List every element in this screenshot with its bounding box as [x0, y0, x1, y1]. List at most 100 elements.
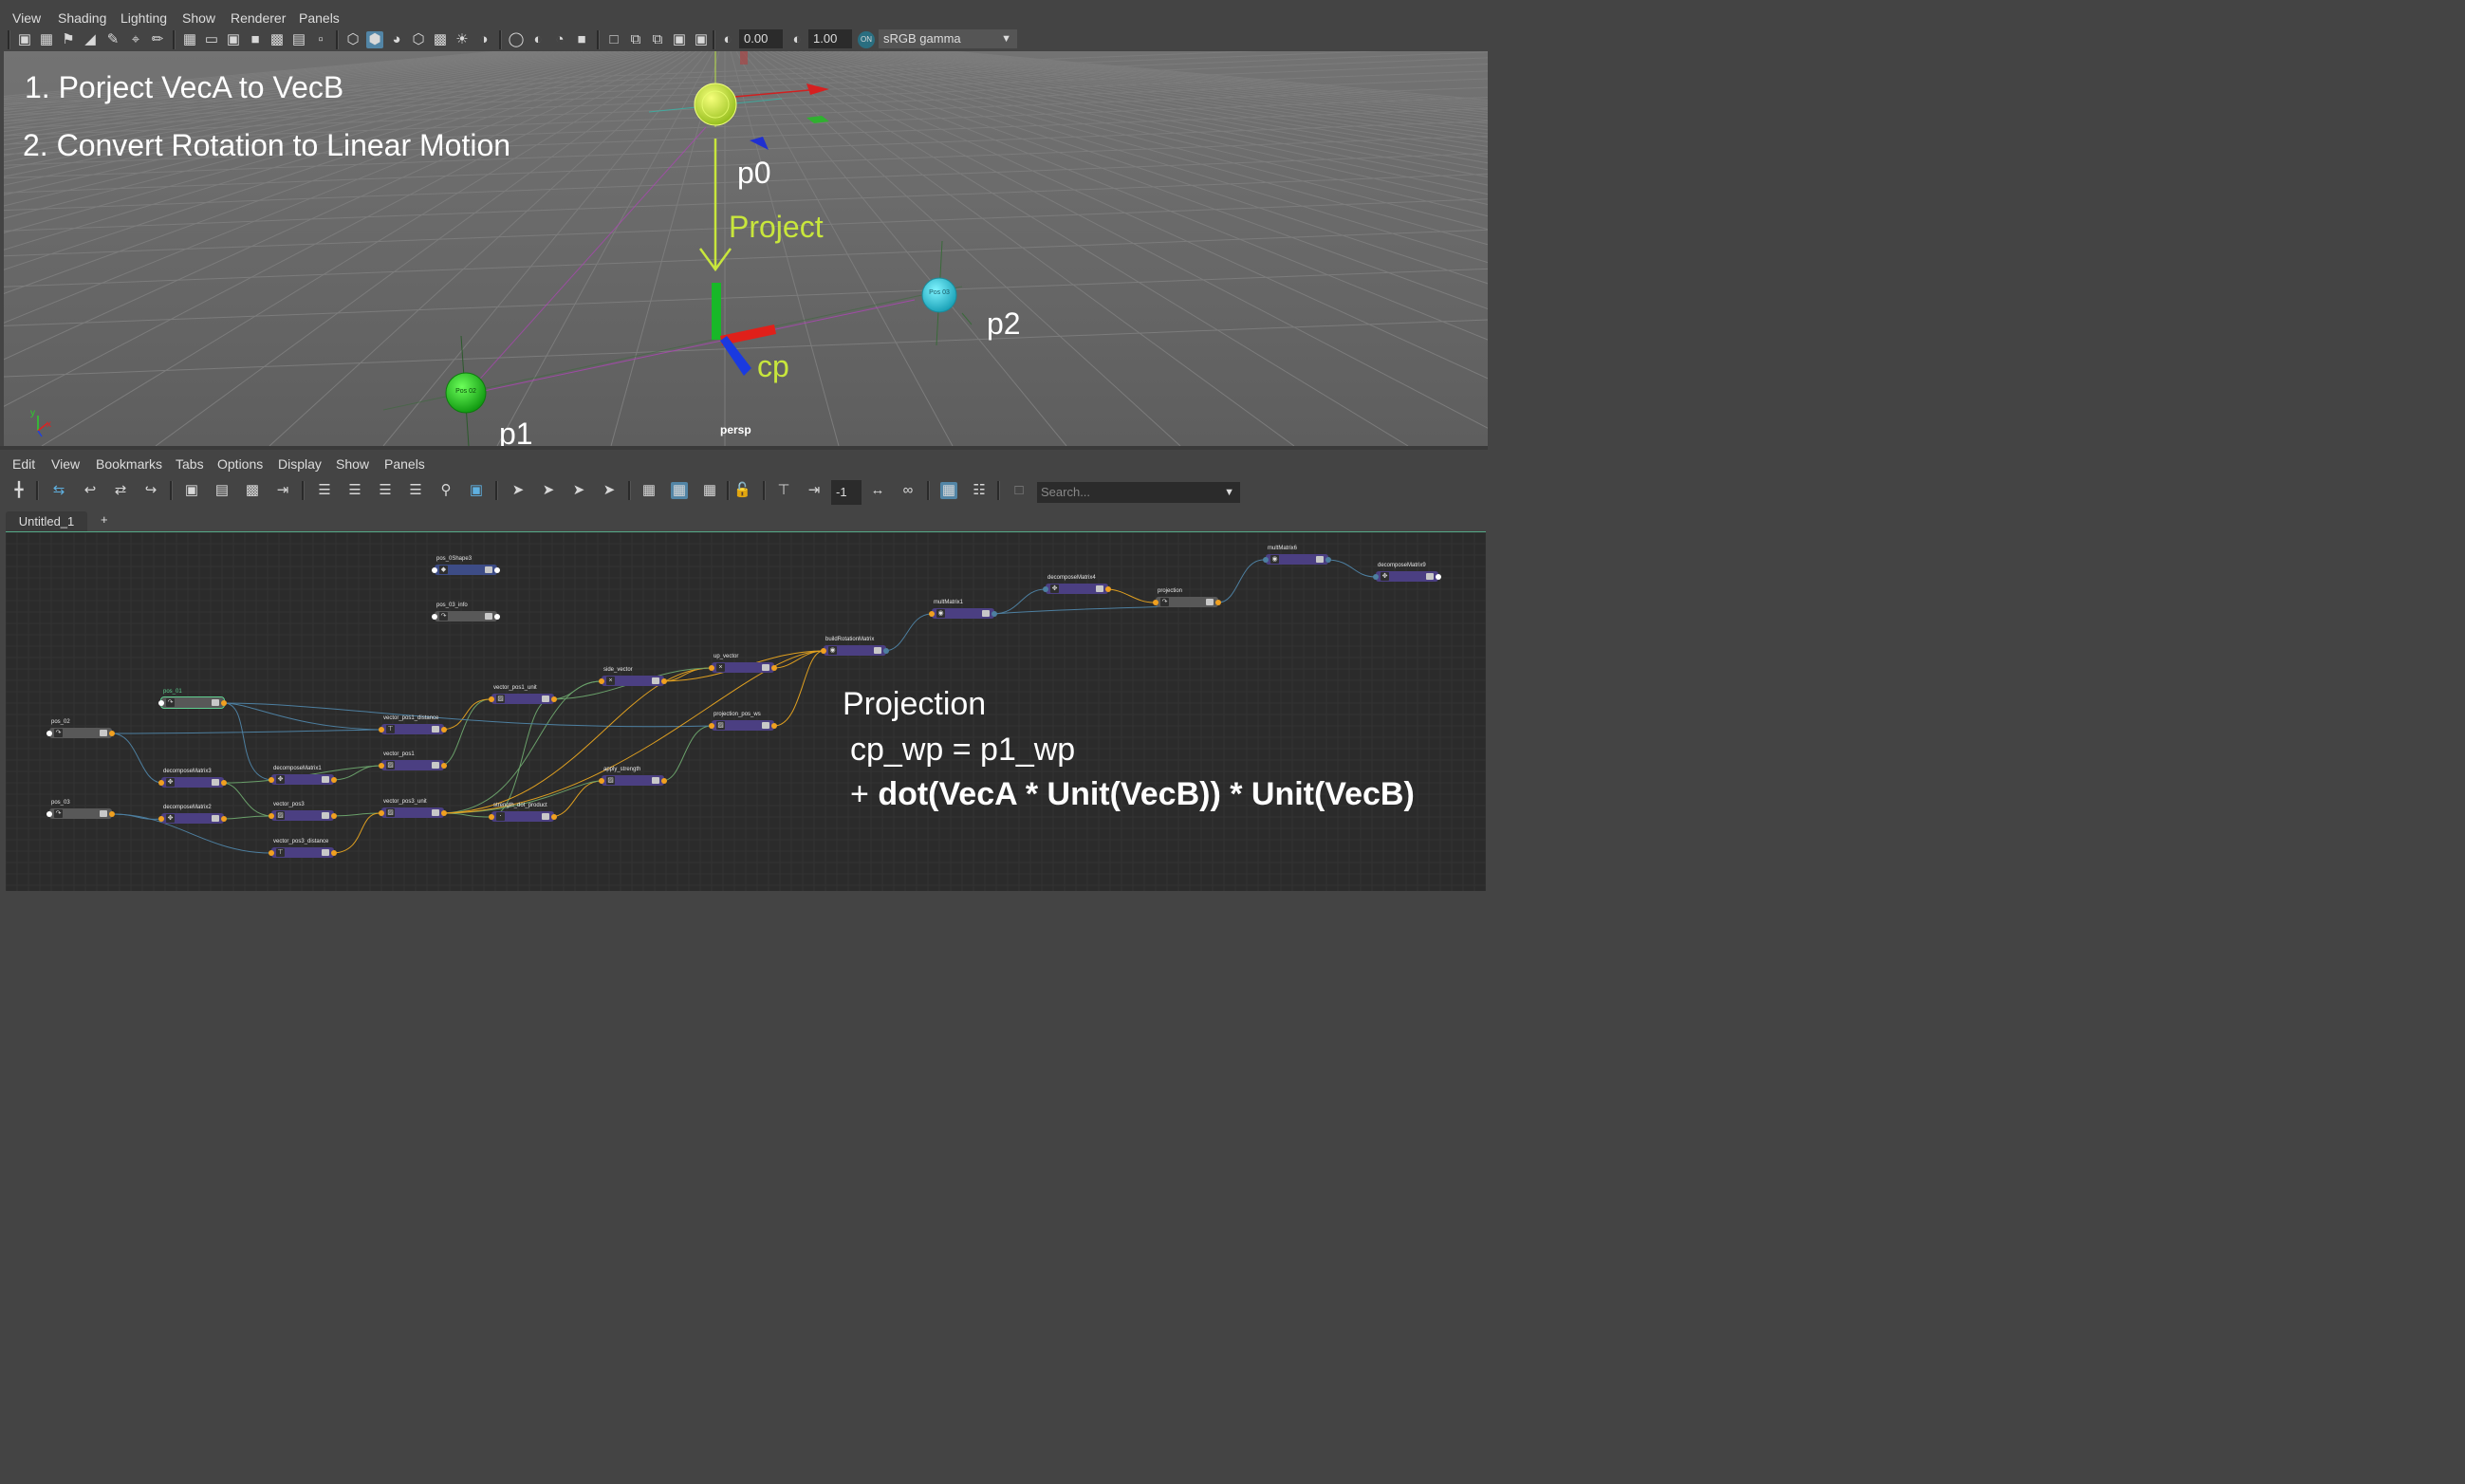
node-pos-01[interactable]: pos_01 ↷ — [158, 689, 227, 709]
node-mode-button[interactable] — [485, 613, 492, 620]
output-port[interactable] — [109, 730, 115, 736]
input-port[interactable] — [709, 664, 714, 671]
edit-pin-icon[interactable]: ➤ — [540, 482, 557, 499]
node-mode-button[interactable] — [212, 815, 219, 822]
node-projection[interactable]: projection ↷ — [1153, 588, 1221, 607]
swatch-icon[interactable]: ▣ — [468, 482, 485, 499]
input-port[interactable] — [489, 813, 494, 820]
previous-pin-icon[interactable]: ➤ — [570, 482, 587, 499]
node-mode-button[interactable] — [322, 776, 329, 783]
node-vector-pos3-unit[interactable]: vector_pos3_unit ▨ — [379, 799, 447, 818]
search-chevron-down-icon[interactable]: ▼ — [1224, 482, 1234, 503]
node-decompose-matrix4[interactable]: decomposeMatrix4 ✥ — [1043, 575, 1111, 594]
menu-shading[interactable]: Shading — [58, 10, 106, 26]
node-strength-dot-product[interactable]: strength_dot_product ⋅ — [489, 803, 557, 822]
grease-icon[interactable]: ✏ — [149, 31, 166, 48]
output-port[interactable] — [221, 779, 227, 786]
node-vector-pos1-unit[interactable]: vector_pos1_unit ▨ — [489, 685, 557, 704]
pin-icon[interactable]: ➤ — [510, 482, 527, 499]
output-port[interactable] — [771, 664, 777, 671]
show-shapes-icon[interactable]: ▦ — [671, 482, 688, 499]
node-pos-03[interactable]: pos_03 ↷ — [46, 800, 115, 819]
output-port[interactable] — [441, 809, 447, 816]
add-node-icon[interactable]: ╋ — [10, 482, 28, 499]
input-port[interactable] — [379, 762, 384, 769]
graph-connections-icon[interactable]: ⇥ — [274, 482, 291, 499]
node-build-rotation-matrix[interactable]: buildRotationMatrix ◉ — [821, 637, 889, 656]
gate-mask-icon[interactable]: ■ — [247, 31, 264, 48]
grid-snap-icon[interactable]: ▦ — [940, 482, 957, 499]
gamma-field[interactable]: 1.00 — [808, 29, 852, 48]
node-decompose-matrix3[interactable]: decomposeMatrix3 ✥ — [158, 769, 227, 788]
ne-menu-display[interactable]: Display — [278, 456, 322, 472]
node-projection-pos-ws[interactable]: projection_pos_ws ▨ — [709, 712, 777, 731]
input-port[interactable] — [432, 613, 437, 620]
xray-icon[interactable]: ⧉ — [627, 31, 644, 48]
node-mode-button[interactable] — [652, 677, 659, 684]
safe-title-icon[interactable]: ▫ — [312, 31, 329, 48]
grid-icon[interactable]: ☷ — [971, 482, 988, 499]
node-decompose-matrix1[interactable]: decomposeMatrix1 ✥ — [269, 766, 337, 785]
input-port[interactable] — [709, 722, 714, 729]
input-port[interactable] — [432, 566, 437, 573]
shaded-wireframe-icon[interactable]: ◕ — [388, 31, 405, 48]
select-camera-icon[interactable]: ▣ — [16, 31, 33, 48]
output-port[interactable] — [331, 776, 337, 783]
output-port[interactable] — [1325, 556, 1331, 563]
output-port[interactable] — [494, 613, 500, 620]
exposure-icon[interactable]: ◐ — [719, 31, 736, 48]
wireframe-icon[interactable]: ⬡ — [344, 31, 361, 48]
output-port[interactable] — [221, 815, 227, 822]
next-pin-icon[interactable]: ➤ — [601, 482, 618, 499]
node-mode-button[interactable] — [212, 779, 219, 786]
node-mode-button[interactable] — [1426, 573, 1434, 580]
node-mode-button[interactable] — [542, 696, 549, 702]
node-vector-pos3-distance[interactable]: vector_pos3_distance ⊤ — [269, 839, 337, 858]
node-mode-button[interactable] — [874, 647, 881, 654]
node-mode-button[interactable] — [542, 813, 549, 820]
node-mode-button[interactable] — [100, 810, 107, 817]
menu-renderer[interactable]: Renderer — [231, 10, 286, 26]
camera-attributes-icon[interactable]: ▦ — [38, 31, 55, 48]
lights-icon[interactable]: ☀ — [454, 31, 471, 48]
node-mult-matrix1[interactable]: multMatrix1 ◉ — [929, 600, 997, 619]
output-port[interactable] — [331, 812, 337, 819]
input-connections-icon[interactable]: ↩ — [82, 482, 99, 499]
node-up-vector[interactable]: up_vector × — [709, 654, 777, 673]
input-port[interactable] — [1263, 556, 1269, 563]
node-pos-0shape3[interactable]: pos_0Shape3 ◆ — [432, 556, 500, 575]
depth-field[interactable]: -1 — [831, 480, 862, 505]
p0-sphere[interactable] — [694, 83, 737, 126]
connected-mode-icon[interactable]: ☰ — [346, 482, 363, 499]
shape-nodes-icon[interactable]: ▦ — [640, 482, 658, 499]
xray-active-icon[interactable]: ▣ — [671, 31, 688, 48]
gamma-icon[interactable]: ◐ — [788, 31, 806, 48]
input-port[interactable] — [1043, 585, 1048, 592]
lock-icon[interactable]: 🔓 — [733, 482, 751, 499]
input-port[interactable] — [379, 726, 384, 733]
node-vector-pos1[interactable]: vector_pos1 ▨ — [379, 751, 447, 770]
isolate-select-icon[interactable]: □ — [605, 31, 622, 48]
output-port[interactable] — [771, 722, 777, 729]
node-mode-button[interactable] — [762, 664, 769, 671]
antialias-icon[interactable]: ◔ — [551, 31, 568, 48]
textured-icon[interactable]: ⬡ — [410, 31, 427, 48]
image-plane-icon[interactable]: ◢ — [82, 31, 99, 48]
input-port[interactable] — [158, 699, 164, 706]
input-port[interactable] — [269, 849, 274, 856]
3d-viewport[interactable]: Pos 03 Pos 02 y x 1. Porject VecA to Vec… — [4, 51, 1488, 446]
input-port[interactable] — [158, 779, 164, 786]
output-port[interactable] — [494, 566, 500, 573]
output-port[interactable] — [441, 762, 447, 769]
input-port[interactable] — [269, 812, 274, 819]
output-port[interactable] — [1436, 573, 1441, 580]
input-port[interactable] — [489, 696, 494, 702]
camera-frame-icon[interactable]: ▣ — [693, 31, 710, 48]
depth-of-field-icon[interactable]: ■ — [573, 31, 590, 48]
node-pos-02[interactable]: pos_02 ↷ — [46, 719, 115, 738]
input-port[interactable] — [46, 810, 52, 817]
output-port[interactable] — [883, 647, 889, 654]
output-port[interactable] — [1215, 599, 1221, 605]
node-mode-button[interactable] — [982, 610, 990, 617]
two-d-pan-icon[interactable]: ⌖ — [127, 31, 144, 48]
